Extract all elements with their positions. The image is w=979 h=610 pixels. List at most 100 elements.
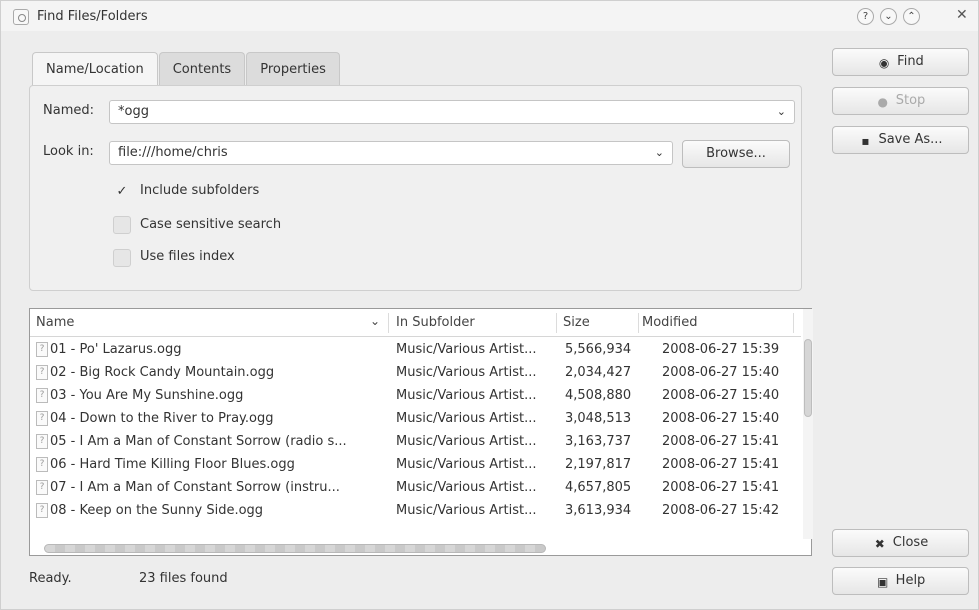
close-icon: ✖ xyxy=(874,537,885,551)
unknown-file-icon: ? xyxy=(36,457,48,472)
file-name: 08 - Keep on the Sunny Side.ogg xyxy=(50,503,264,518)
file-folder: Music/Various Artist... xyxy=(396,480,537,495)
file-name: 02 - Big Rock Candy Mountain.ogg xyxy=(50,365,275,380)
file-modified: 2008-06-27 15:39 xyxy=(662,342,780,357)
column-header-subfolder[interactable]: In Subfolder xyxy=(396,315,475,330)
file-folder: Music/Various Artist... xyxy=(396,388,537,403)
file-modified: 2008-06-27 15:41 xyxy=(662,480,780,495)
file-name: 07 - I Am a Man of Constant Sorrow (inst… xyxy=(50,480,340,495)
unknown-file-icon: ? xyxy=(36,411,48,426)
column-separator xyxy=(556,313,557,333)
file-folder: Music/Various Artist... xyxy=(396,503,537,518)
file-size: 4,508,880 xyxy=(565,388,632,403)
file-name: 06 - Hard Time Killing Floor Blues.ogg xyxy=(50,457,295,472)
named-label: Named: xyxy=(43,103,94,118)
file-size: 2,197,817 xyxy=(565,457,632,472)
browse-button[interactable]: Browse... xyxy=(682,140,790,168)
file-modified: 2008-06-27 15:40 xyxy=(662,388,780,403)
table-row[interactable]: ? 07 - I Am a Man of Constant Sorrow (in… xyxy=(30,477,801,499)
file-modified: 2008-06-27 15:40 xyxy=(662,365,780,380)
vertical-scrollbar[interactable] xyxy=(803,309,813,539)
file-size: 5,566,934 xyxy=(565,342,632,357)
file-modified: 2008-06-27 15:42 xyxy=(662,503,780,518)
column-separator xyxy=(793,313,794,333)
sort-chevron-icon[interactable]: ⌄ xyxy=(370,314,380,328)
named-value: *ogg xyxy=(118,104,149,119)
file-folder: Music/Various Artist... xyxy=(396,411,537,426)
help-button[interactable]: ▣ Help xyxy=(832,567,969,595)
vertical-scroll-thumb[interactable] xyxy=(804,339,812,417)
column-header-name[interactable]: Name xyxy=(36,315,74,330)
find-files-icon xyxy=(13,9,29,25)
file-modified: 2008-06-27 15:40 xyxy=(662,411,780,426)
unknown-file-icon: ? xyxy=(36,388,48,403)
table-row[interactable]: ? 08 - Keep on the Sunny Side.ogg Music/… xyxy=(30,500,801,522)
file-name: 05 - I Am a Man of Constant Sorrow (radi… xyxy=(50,434,347,449)
maximize-button[interactable]: ⌃ xyxy=(903,8,920,25)
tab-bar: Name/Location Contents Properties xyxy=(32,52,341,87)
title-bar: Find Files/Folders ? ⌄ ⌃ ✕ xyxy=(1,1,978,31)
table-row[interactable]: ? 04 - Down to the River to Pray.ogg Mus… xyxy=(30,408,801,430)
stop-button[interactable]: ● Stop xyxy=(832,87,969,115)
column-separator xyxy=(638,313,639,333)
column-separator xyxy=(388,313,389,333)
table-row[interactable]: ? 03 - You Are My Sunshine.ogg Music/Var… xyxy=(30,385,801,407)
use-files-index-checkbox[interactable] xyxy=(113,249,131,267)
look-in-field[interactable]: file:///home/chris ⌄ xyxy=(109,141,673,165)
help-titlebar-button[interactable]: ? xyxy=(857,8,874,25)
file-name: 01 - Po' Lazarus.ogg xyxy=(50,342,182,357)
file-size: 3,048,513 xyxy=(565,411,632,426)
file-size: 2,034,427 xyxy=(565,365,632,380)
name-location-panel: Named: *ogg ⌄ Look in: file:///home/chri… xyxy=(29,85,802,291)
chevron-down-icon[interactable]: ⌄ xyxy=(777,101,786,123)
file-folder: Music/Various Artist... xyxy=(396,434,537,449)
chevron-down-icon[interactable]: ⌄ xyxy=(655,142,664,164)
results-table[interactable]: Name ⌄ In Subfolder Size Modified ? 01 -… xyxy=(29,308,813,556)
file-size: 4,657,805 xyxy=(565,480,632,495)
save-as-button[interactable]: ▪ Save As... xyxy=(832,126,969,154)
case-sensitive-checkbox[interactable] xyxy=(113,216,131,234)
horizontal-scroll-thumb[interactable] xyxy=(44,544,546,553)
tab-name-location[interactable]: Name/Location xyxy=(32,52,158,87)
named-field[interactable]: *ogg ⌄ xyxy=(109,100,795,124)
look-in-label: Look in: xyxy=(43,144,94,159)
files-found-count: 23 files found xyxy=(139,571,228,586)
look-in-value: file:///home/chris xyxy=(118,145,228,160)
tab-contents[interactable]: Contents xyxy=(158,52,246,86)
file-size: 3,163,737 xyxy=(565,434,632,449)
horizontal-scrollbar[interactable] xyxy=(30,541,801,555)
unknown-file-icon: ? xyxy=(36,503,48,518)
close-window-button[interactable]: ✕ xyxy=(956,7,968,23)
find-files-window: Find Files/Folders ? ⌄ ⌃ ✕ Name/Location… xyxy=(0,0,979,610)
close-button[interactable]: ✖ Close xyxy=(832,529,969,557)
minimize-button[interactable]: ⌄ xyxy=(880,8,897,25)
table-row[interactable]: ? 01 - Po' Lazarus.ogg Music/Various Art… xyxy=(30,339,801,361)
table-row[interactable]: ? 02 - Big Rock Candy Mountain.ogg Music… xyxy=(30,362,801,384)
file-modified: 2008-06-27 15:41 xyxy=(662,457,780,472)
file-modified: 2008-06-27 15:41 xyxy=(662,434,780,449)
find-button[interactable]: ◉ Find xyxy=(832,48,969,76)
file-size: 3,613,934 xyxy=(565,503,632,518)
table-row[interactable]: ? 05 - I Am a Man of Constant Sorrow (ra… xyxy=(30,431,801,453)
help-book-icon: ▣ xyxy=(877,575,889,589)
include-subfolders-checkbox[interactable]: ✓ xyxy=(113,183,131,201)
unknown-file-icon: ? xyxy=(36,480,48,495)
unknown-file-icon: ? xyxy=(36,434,48,449)
unknown-file-icon: ? xyxy=(36,365,48,380)
column-header-size[interactable]: Size xyxy=(563,315,590,330)
file-folder: Music/Various Artist... xyxy=(396,365,537,380)
file-name: 03 - You Are My Sunshine.ogg xyxy=(50,388,244,403)
binoculars-icon: ◉ xyxy=(878,56,890,70)
include-subfolders-label: Include subfolders xyxy=(140,183,260,198)
table-row[interactable]: ? 06 - Hard Time Killing Floor Blues.ogg… xyxy=(30,454,801,476)
file-name: 04 - Down to the River to Pray.ogg xyxy=(50,411,274,426)
file-folder: Music/Various Artist... xyxy=(396,342,537,357)
window-title: Find Files/Folders xyxy=(37,9,148,24)
case-sensitive-label: Case sensitive search xyxy=(140,217,282,232)
tab-properties[interactable]: Properties xyxy=(246,52,340,86)
file-folder: Music/Various Artist... xyxy=(396,457,537,472)
column-header-modified[interactable]: Modified xyxy=(642,315,697,330)
status-text: Ready. xyxy=(29,571,72,586)
stop-icon: ● xyxy=(877,95,888,109)
save-icon: ▪ xyxy=(861,134,870,148)
